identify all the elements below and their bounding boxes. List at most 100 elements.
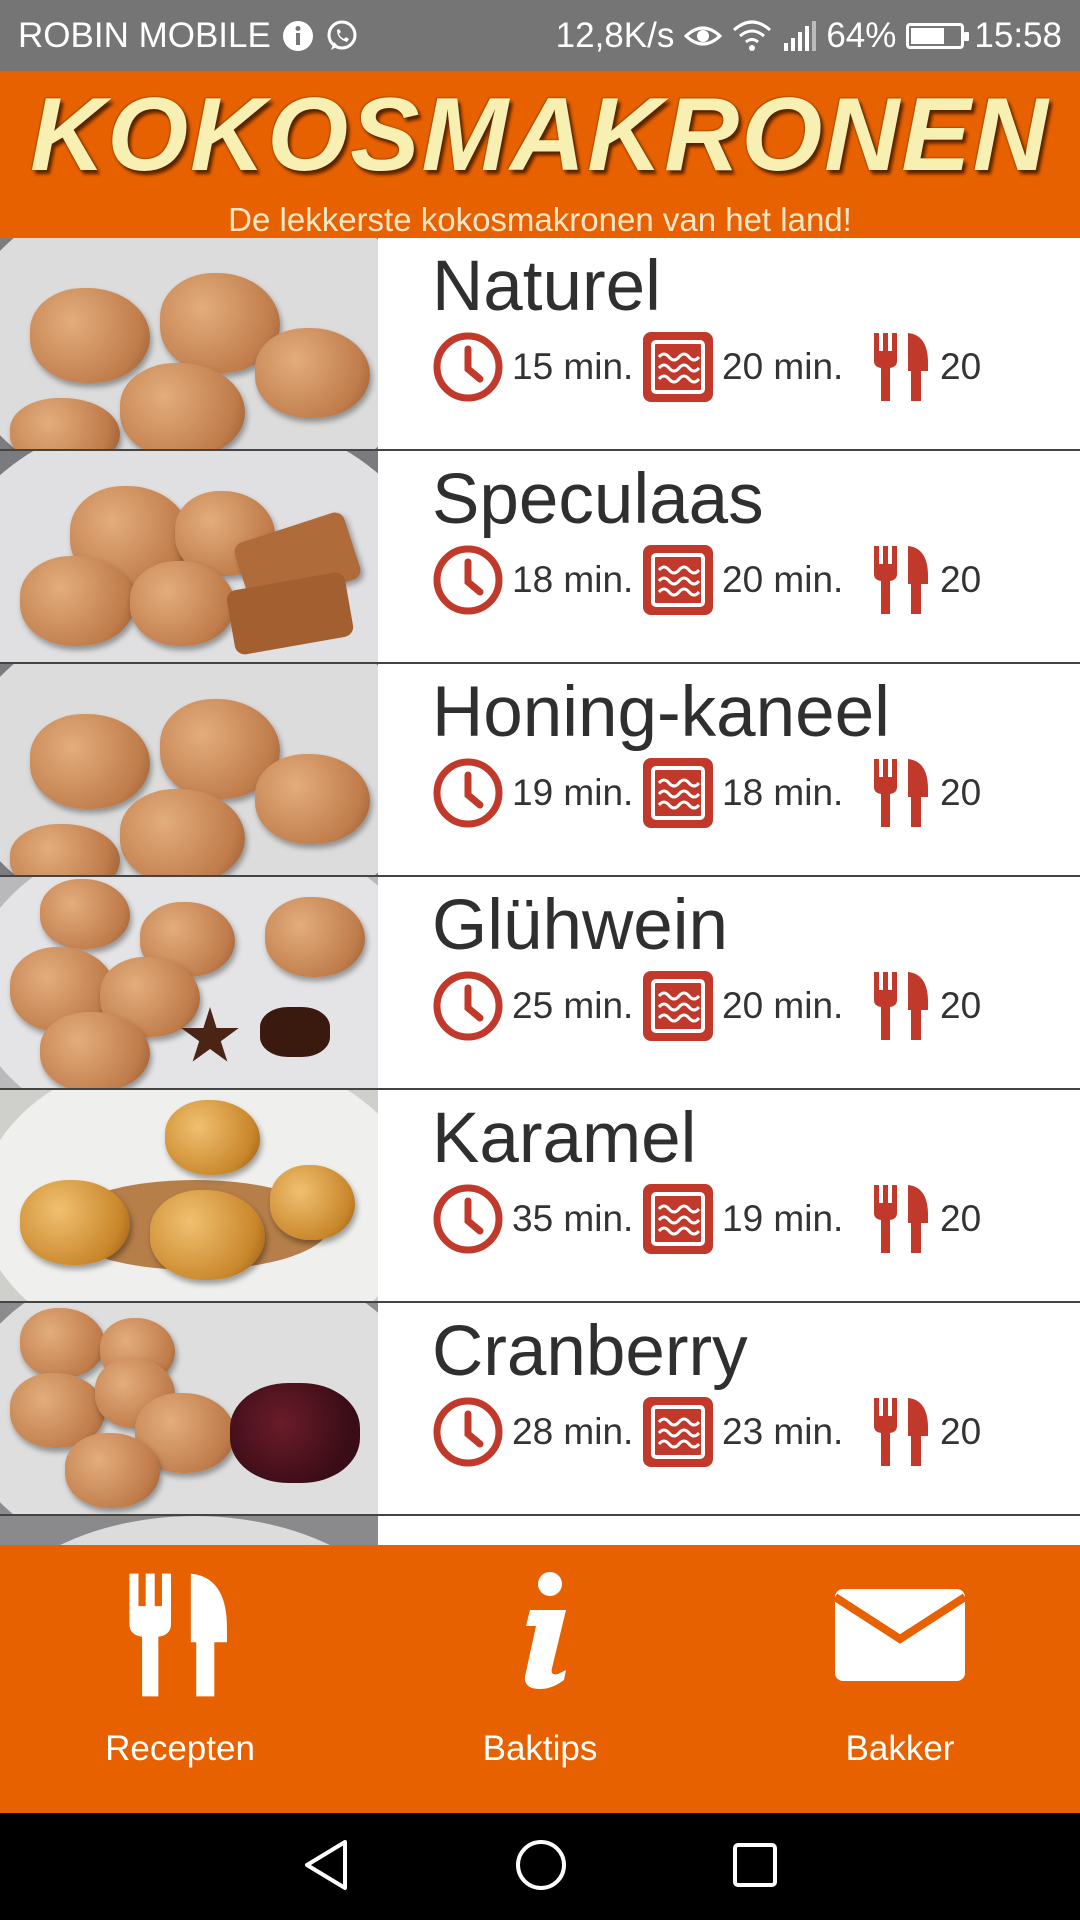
recipe-info: Speculaas 18 min. 20 min. 20 — [378, 451, 1080, 662]
app-header: KOKOSMAKRONEN De lekkerste kokosmakronen… — [0, 71, 1080, 238]
nav-bakker[interactable]: Bakker — [720, 1545, 1080, 1813]
cutlery-icon — [872, 1183, 932, 1255]
network-speed: 12,8K/s — [555, 15, 675, 55]
nav-baktips[interactable]: Baktips — [360, 1545, 720, 1813]
clock-icon — [432, 757, 504, 829]
cutlery-icon — [872, 544, 932, 616]
recipe-info: Honing-kaneel 19 min. 18 min. 20 — [378, 664, 1080, 875]
oven-icon — [642, 544, 714, 616]
recipe-row-partial[interactable] — [0, 1516, 1080, 1545]
recipe-photo — [0, 451, 378, 662]
clock-icon — [432, 1183, 504, 1255]
bake-time: 18 min. — [722, 771, 844, 813]
recipe-photo — [0, 1516, 378, 1545]
servings: 20 — [940, 558, 982, 600]
status-right: 12,8K/s 64% 15:58 — [556, 16, 1062, 56]
recipe-name: Karamel — [432, 1099, 697, 1178]
nav-label: Bakker — [845, 1729, 955, 1768]
clock: 15:58 — [974, 15, 1062, 55]
prep-time: 25 min. — [512, 984, 634, 1026]
cutlery-icon — [115, 1545, 245, 1725]
recipe-photo — [0, 1090, 378, 1301]
servings: 20 — [940, 1410, 982, 1452]
recipe-info — [378, 1516, 1080, 1545]
bake-time: 19 min. — [722, 1197, 844, 1239]
recipe-meta: 35 min. 19 min. 20 — [432, 1183, 1080, 1255]
cutlery-icon — [872, 970, 932, 1042]
home-icon[interactable] — [514, 1838, 568, 1896]
eye-icon — [684, 22, 723, 50]
servings: 20 — [940, 984, 982, 1026]
info-circle-icon — [281, 19, 315, 53]
recipe-info: Glühwein 25 min. 20 min. 20 — [378, 877, 1080, 1088]
oven-icon — [642, 970, 714, 1042]
recipe-row-cranberry[interactable]: Cranberry 28 min. 23 min. 20 — [0, 1303, 1080, 1516]
status-bar: ROBIN MOBILE 12,8K/s 64% 15:58 — [0, 0, 1080, 71]
status-left: ROBIN MOBILE — [18, 16, 359, 56]
oven-icon — [642, 757, 714, 829]
bottom-nav: Recepten Baktips Bakker — [0, 1545, 1080, 1813]
bake-time: 23 min. — [722, 1410, 844, 1452]
bake-time: 20 min. — [722, 984, 844, 1026]
nav-label: Recepten — [105, 1729, 255, 1768]
info-icon — [500, 1545, 580, 1725]
recipe-name: Speculaas — [432, 460, 764, 539]
recipe-info: Cranberry 28 min. 23 min. 20 — [378, 1303, 1080, 1514]
recipe-meta: 28 min. 23 min. 20 — [432, 1396, 1080, 1468]
clock-icon — [432, 544, 504, 616]
recipe-row-gluhwein[interactable]: Glühwein 25 min. 20 min. 20 — [0, 877, 1080, 1090]
recipe-name: Honing-kaneel — [432, 673, 890, 752]
clock-icon — [432, 1396, 504, 1468]
cutlery-icon — [872, 1396, 932, 1468]
recents-icon[interactable] — [731, 1841, 779, 1893]
servings: 20 — [940, 345, 982, 387]
clock-icon — [432, 331, 504, 403]
bake-time: 20 min. — [722, 558, 844, 600]
app-title: KOKOSMAKRONEN — [30, 77, 1050, 193]
nav-recepten[interactable]: Recepten — [0, 1545, 360, 1813]
battery-icon — [906, 22, 970, 49]
whatsapp-icon — [325, 19, 359, 53]
prep-time: 18 min. — [512, 558, 634, 600]
cutlery-icon — [872, 757, 932, 829]
recipe-photo — [0, 664, 378, 875]
recipe-meta: 15 min. 20 min. 20 — [432, 331, 1080, 403]
cutlery-icon — [872, 331, 932, 403]
oven-icon — [642, 331, 714, 403]
recipe-row-speculaas[interactable]: Speculaas 18 min. 20 min. 20 — [0, 451, 1080, 664]
wifi-icon — [732, 20, 772, 52]
recipe-photo — [0, 877, 378, 1088]
recipe-info: Karamel 35 min. 19 min. 20 — [378, 1090, 1080, 1301]
bake-time: 20 min. — [722, 345, 844, 387]
app-subtitle: De lekkerste kokosmakronen van het land! — [228, 201, 852, 238]
servings: 20 — [940, 771, 982, 813]
signal-icon — [782, 20, 817, 51]
recipe-name: Glühwein — [432, 886, 728, 965]
recipe-row-karamel[interactable]: Karamel 35 min. 19 min. 20 — [0, 1090, 1080, 1303]
recipe-info: Naturel 15 min. 20 min. 20 — [378, 238, 1080, 449]
prep-time: 19 min. — [512, 771, 634, 813]
recipe-photo — [0, 238, 378, 449]
battery-percent: 64% — [826, 15, 897, 55]
recipe-photo — [0, 1303, 378, 1514]
recipe-meta: 19 min. 18 min. 20 — [432, 757, 1080, 829]
oven-icon — [642, 1396, 714, 1468]
recipe-list[interactable]: Naturel 15 min. 20 min. 20 Speculaas 18 … — [0, 238, 1080, 1545]
prep-time: 15 min. — [512, 345, 634, 387]
recipe-name: Cranberry — [432, 1312, 748, 1391]
oven-icon — [642, 1183, 714, 1255]
clock-icon — [432, 970, 504, 1042]
recipe-name: Naturel — [432, 247, 661, 326]
carrier-name: ROBIN MOBILE — [18, 15, 271, 55]
envelope-icon — [835, 1545, 965, 1725]
recipe-row-honing-kaneel[interactable]: Honing-kaneel 19 min. 18 min. 20 — [0, 664, 1080, 877]
nav-label: Baktips — [482, 1729, 598, 1768]
system-nav-bar — [0, 1813, 1080, 1920]
recipe-row-naturel[interactable]: Naturel 15 min. 20 min. 20 — [0, 238, 1080, 451]
recipe-meta: 25 min. 20 min. 20 — [432, 970, 1080, 1042]
prep-time: 35 min. — [512, 1197, 634, 1239]
app-screen: ROBIN MOBILE 12,8K/s 64% 15:58 KOKOSMAKR… — [0, 0, 1080, 1920]
recipe-meta: 18 min. 20 min. 20 — [432, 544, 1080, 616]
servings: 20 — [940, 1197, 982, 1239]
back-icon[interactable] — [301, 1838, 351, 1896]
